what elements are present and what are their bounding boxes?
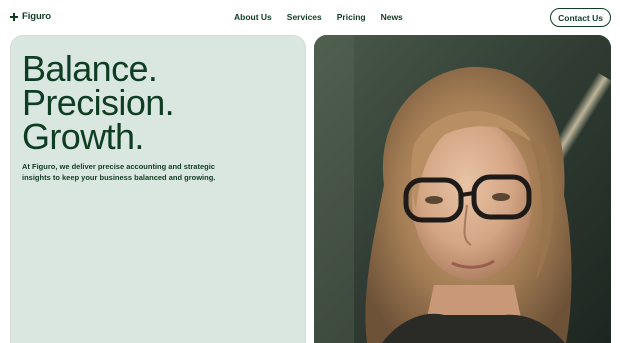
nav-services[interactable]: Services xyxy=(287,12,322,22)
headline-line-precision: Precision. xyxy=(22,82,175,123)
logo[interactable]: Figuro xyxy=(10,11,51,22)
page: Figuro About Us Services Pricing News Co… xyxy=(0,0,620,343)
contact-us-button[interactable]: Contact Us xyxy=(550,8,611,27)
headline-line-balance: Balance. xyxy=(22,48,158,89)
nav-news[interactable]: News xyxy=(381,12,403,22)
portrait-photo xyxy=(314,35,611,343)
nav-pricing[interactable]: Pricing xyxy=(337,12,366,22)
hero-card: Balance. Precision. Growth. At Figuro, w… xyxy=(10,35,306,343)
hero-subtext: At Figuro, we deliver precise accounting… xyxy=(22,162,216,182)
site-header: Figuro About Us Services Pricing News Co… xyxy=(0,0,620,34)
hero-headline: Balance. Precision. Growth. xyxy=(22,48,175,157)
portrait-illustration xyxy=(314,35,611,343)
headline-line-growth: Growth. xyxy=(22,116,144,157)
nav-about-us[interactable]: About Us xyxy=(234,12,272,22)
main-nav: About Us Services Pricing News xyxy=(234,12,403,22)
logo-text: Figuro xyxy=(22,11,51,22)
plus-icon xyxy=(10,12,18,21)
